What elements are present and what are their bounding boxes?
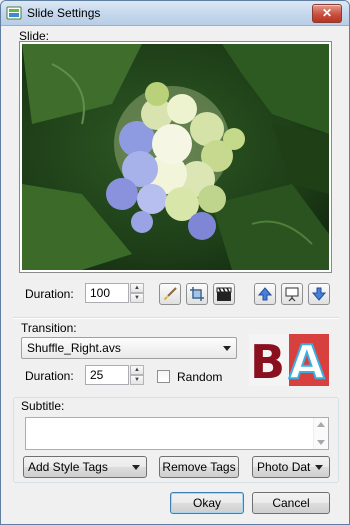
move-down-icon [311,287,327,301]
subtitle-textarea[interactable] [25,417,329,450]
stepper-up-icon[interactable]: ▲ [130,283,144,293]
slide-duration-input[interactable]: 100 [85,283,129,303]
crop-button[interactable] [186,283,208,305]
transition-section-label: Transition: [21,321,77,335]
transition-preview-image: B A [249,334,329,386]
brush-button[interactable] [159,283,181,305]
slide-duration-label: Duration: [25,287,74,301]
slide-duration-stepper[interactable]: ▲ ▼ [130,283,144,303]
clapperboard-icon [216,287,232,301]
brush-icon [164,287,177,300]
presentation-icon [285,287,299,302]
random-checkbox[interactable] [157,370,170,383]
move-up-icon [257,287,273,301]
transition-duration-label: Duration: [25,369,74,383]
photo-date-button[interactable]: Photo Dat [252,456,330,478]
chevron-down-icon [315,465,323,470]
close-button[interactable]: ✕ [312,4,342,23]
title-bar: Slide Settings ✕ [1,1,349,26]
scroll-down-icon[interactable] [317,440,325,445]
app-icon [6,6,22,20]
presentation-button[interactable] [281,283,303,305]
remove-tags-button[interactable]: Remove Tags [159,456,239,478]
preview-letter-a: A [289,335,325,386]
scroll-up-icon[interactable] [317,422,325,427]
cancel-button[interactable]: Cancel [252,492,330,514]
transition-duration-input[interactable]: 25 [85,365,129,385]
transition-duration-stepper[interactable]: ▲ ▼ [130,365,144,385]
preview-letter-b: B [250,335,285,386]
stepper-down-icon[interactable]: ▼ [130,293,144,303]
slide-settings-dialog: Slide Settings ✕ Slide: Duration: 100 ▲ … [0,0,350,525]
transition-selected-value: Shuffle_Right.avs [27,341,121,355]
subtitle-scrollbar[interactable] [313,418,328,449]
crop-icon [190,287,204,301]
window-title: Slide Settings [27,6,101,20]
clapperboard-button[interactable] [213,283,235,305]
okay-button[interactable]: Okay [170,492,244,514]
transition-select[interactable]: Shuffle_Right.avs [21,337,237,359]
photo-date-label: Photo Dat [257,460,311,474]
subtitle-section-label: Subtitle: [21,399,67,413]
stepper-up-icon[interactable]: ▲ [130,365,144,375]
move-down-button[interactable] [308,283,330,305]
add-style-tags-label: Add Style Tags [28,460,108,474]
chevron-down-icon [132,465,140,470]
divider [13,317,339,319]
slide-preview-image [19,41,332,273]
random-label: Random [177,370,223,384]
add-style-tags-button[interactable]: Add Style Tags [23,456,147,478]
chevron-down-icon [223,346,231,351]
stepper-down-icon[interactable]: ▼ [130,375,144,385]
move-up-button[interactable] [254,283,276,305]
